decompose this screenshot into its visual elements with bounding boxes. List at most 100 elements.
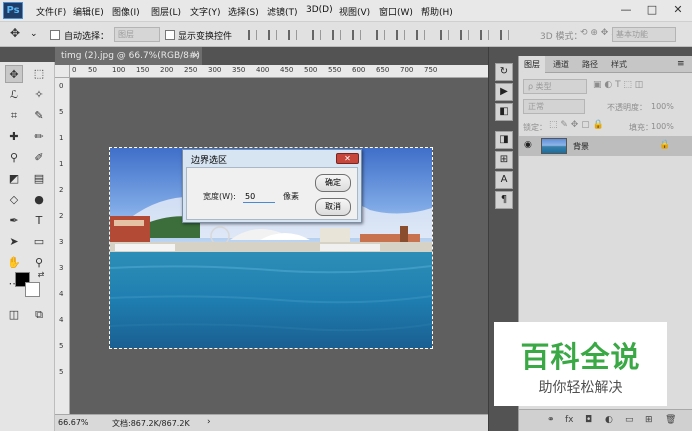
maximize-button[interactable]: □ xyxy=(640,0,664,20)
vertical-ruler[interactable]: 0 5 1 1 2 2 3 3 4 4 5 5 xyxy=(55,78,70,414)
v-tick: 5 xyxy=(59,368,64,376)
menu-3d[interactable]: 3D(D) xyxy=(306,5,333,15)
close-window-button[interactable]: ✕ xyxy=(666,0,690,20)
history-panel-icon[interactable]: ↻ xyxy=(495,63,513,81)
trash-icon[interactable]: 🗑 xyxy=(665,415,676,425)
swap-colors-icon[interactable]: ⇄ xyxy=(32,266,50,284)
lock-icons[interactable]: ⬚ ✎ ✥ ▢ 🔒 xyxy=(549,120,604,130)
ok-button[interactable]: 确定 xyxy=(315,174,351,192)
auto-select-dropdown[interactable]: 图层 xyxy=(114,27,160,42)
crop-tool-icon[interactable]: ⌗ xyxy=(5,107,23,125)
info-panel-icon[interactable]: ◨ xyxy=(495,131,513,149)
menu-file[interactable]: 文件(F) xyxy=(36,5,66,18)
distribute-left-icon[interactable] xyxy=(440,30,449,40)
pen-tool-icon[interactable]: ✒ xyxy=(5,212,23,230)
shape-tool-icon[interactable]: ▭ xyxy=(30,233,48,251)
quick-mask-icon[interactable]: ◫ xyxy=(5,306,23,324)
h-tick: 0 xyxy=(72,66,77,74)
add-mask-icon[interactable]: ◘ xyxy=(585,415,592,425)
clone-stamp-icon[interactable]: ⚲ xyxy=(5,149,23,167)
hand-tool-icon[interactable]: ✋ xyxy=(5,254,23,272)
close-tab-icon[interactable]: × xyxy=(192,47,200,65)
align-right-icon[interactable] xyxy=(352,30,361,40)
eraser-tool-icon[interactable]: ◩ xyxy=(5,170,23,188)
dialog-close-button[interactable]: ✕ xyxy=(336,153,359,164)
path-select-icon[interactable]: ➤ xyxy=(5,233,23,251)
healing-brush-icon[interactable]: ✚ xyxy=(5,128,23,146)
align-top-icon[interactable] xyxy=(248,30,257,40)
layer-row[interactable]: ◉ 背景 🔒 xyxy=(519,136,692,156)
auto-select-checkbox[interactable] xyxy=(50,30,60,40)
align-left-icon[interactable] xyxy=(312,30,321,40)
type-tool-icon[interactable]: T xyxy=(30,212,48,230)
distribute-hcenter-icon[interactable] xyxy=(460,30,469,40)
visibility-eye-icon[interactable]: ◉ xyxy=(524,140,532,150)
tab-paths[interactable]: 路径 xyxy=(577,56,603,73)
dodge-tool-icon[interactable]: ● xyxy=(30,191,48,209)
fx-icon[interactable]: fx xyxy=(565,415,574,425)
magic-wand-icon[interactable]: ✧ xyxy=(30,86,48,104)
new-layer-icon[interactable]: ⊞ xyxy=(645,415,653,425)
blur-tool-icon[interactable]: ◇ xyxy=(5,191,23,209)
menu-select[interactable]: 选择(S) xyxy=(228,5,259,18)
opacity-value[interactable]: 100% xyxy=(651,102,674,111)
eyedropper-icon[interactable]: ✎ xyxy=(30,107,48,125)
fill-value[interactable]: 100% xyxy=(651,122,674,131)
marquee-tool-icon[interactable]: ⬚ xyxy=(30,65,48,83)
show-transform-checkbox[interactable] xyxy=(165,30,175,40)
distribute-right-icon[interactable] xyxy=(480,30,489,40)
adjustment-layer-icon[interactable]: ◐ xyxy=(605,415,613,425)
menu-type[interactable]: 文字(Y) xyxy=(190,5,221,18)
v-tick: 4 xyxy=(59,290,64,298)
blend-mode-dropdown[interactable]: 正常 xyxy=(523,99,585,114)
tab-styles[interactable]: 样式 xyxy=(606,56,632,73)
document-tab[interactable]: timg (2).jpg @ 66.7%(RGB/8#) × xyxy=(55,47,202,65)
paragraph-panel-icon[interactable]: ¶ xyxy=(495,191,513,209)
filter-icons[interactable]: ▣ ◐ T ⬚ ◫ xyxy=(593,80,643,90)
h-tick: 650 xyxy=(376,66,390,74)
layer-kind-filter[interactable]: ρ 类型 xyxy=(523,79,587,94)
new-group-icon[interactable]: ▭ xyxy=(625,415,634,425)
align-vcenter-icon[interactable] xyxy=(268,30,277,40)
menu-edit[interactable]: 编辑(E) xyxy=(73,5,104,18)
status-menu-arrow[interactable]: › xyxy=(207,417,211,427)
distribute-top-icon[interactable] xyxy=(376,30,385,40)
minimize-button[interactable]: — xyxy=(614,0,638,20)
menu-image[interactable]: 图像(I) xyxy=(112,5,140,18)
distribute-bottom-icon[interactable] xyxy=(416,30,425,40)
adjustments-panel-icon[interactable]: ⊞ xyxy=(495,151,513,169)
menu-layer[interactable]: 图层(L) xyxy=(151,5,181,18)
width-input[interactable]: 50 xyxy=(243,191,275,203)
move-tool-icon[interactable]: ✥ xyxy=(5,65,23,83)
menu-filter[interactable]: 滤镜(T) xyxy=(267,5,298,18)
gradient-tool-icon[interactable]: ▤ xyxy=(30,170,48,188)
align-bottom-icon[interactable] xyxy=(288,30,297,40)
ruler-corner[interactable] xyxy=(55,65,70,78)
screen-mode-icon[interactable]: ⧉ xyxy=(30,306,48,324)
menu-view[interactable]: 视图(V) xyxy=(339,5,370,18)
align-hcenter-icon[interactable] xyxy=(332,30,341,40)
tab-channels[interactable]: 通道 xyxy=(548,56,574,73)
cancel-button[interactable]: 取消 xyxy=(315,198,351,216)
menu-help[interactable]: 帮助(H) xyxy=(421,5,453,18)
brush-tool-icon[interactable]: ✏ xyxy=(30,128,48,146)
move-tool-icon[interactable]: ✥ xyxy=(10,26,20,40)
menu-window[interactable]: 窗口(W) xyxy=(379,5,413,18)
layer-name[interactable]: 背景 xyxy=(573,141,589,152)
history-brush-icon[interactable]: ✐ xyxy=(30,149,48,167)
panel-menu-icon[interactable]: ≡ xyxy=(677,59,685,69)
tab-layers[interactable]: 图层 xyxy=(519,56,545,73)
character-panel-icon[interactable]: A xyxy=(495,171,513,189)
distribute-vcenter-icon[interactable] xyxy=(396,30,405,40)
link-layers-icon[interactable]: ⚭ xyxy=(547,415,555,425)
properties-panel-icon[interactable]: ◧ xyxy=(495,103,513,121)
document-size: 文档:867.2K/867.2K xyxy=(112,419,190,428)
zoom-level[interactable]: 66.67% xyxy=(58,418,89,427)
lasso-tool-icon[interactable]: ℒ xyxy=(5,86,23,104)
auto-align-icon[interactable] xyxy=(500,30,509,40)
background-color-swatch[interactable] xyxy=(25,282,40,297)
horizontal-ruler[interactable]: 0 50 100 150 200 250 300 350 400 450 500… xyxy=(70,65,488,78)
tool-preset-arrow[interactable]: ⌄ xyxy=(30,29,38,39)
workspace-dropdown[interactable]: 基本功能 xyxy=(612,27,676,42)
actions-panel-icon[interactable]: ▶ xyxy=(495,83,513,101)
